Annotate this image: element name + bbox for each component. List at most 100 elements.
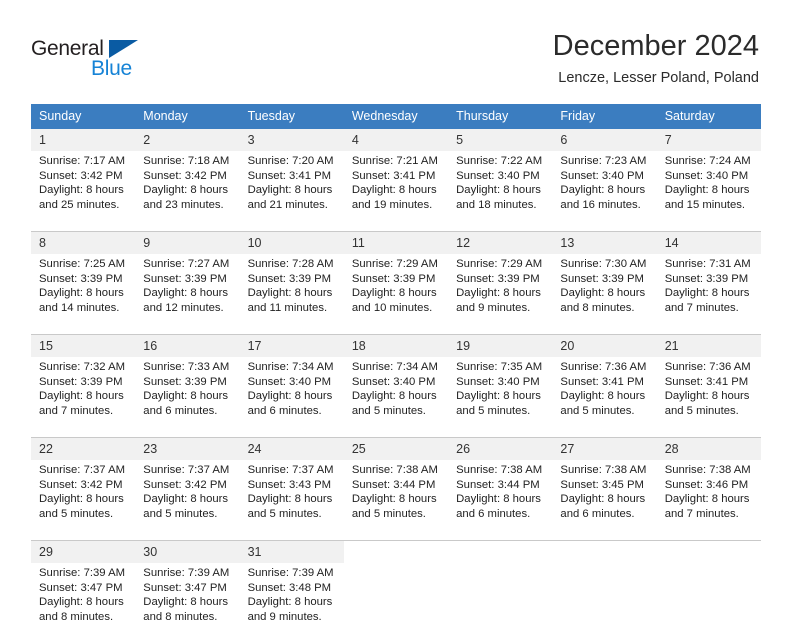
sunrise-text: Sunrise: 7:34 AM	[247, 361, 334, 373]
general-blue-logo[interactable]: General Blue	[31, 37, 161, 83]
daylight-text-line1: Daylight: 8 hours	[143, 287, 229, 300]
sunrise-text: Sunrise: 7:18 AM	[143, 155, 230, 167]
day-number[interactable]: 29	[31, 540, 136, 563]
day-number[interactable]: 30	[135, 540, 240, 563]
day-number[interactable]: 17	[239, 334, 344, 357]
sunset-text: Sunset: 3:42 PM	[39, 169, 123, 182]
day-number[interactable]: 4	[343, 129, 449, 151]
weekday-header-thursday: Thursday	[448, 104, 553, 129]
daylight-text-line1: Daylight: 8 hours	[351, 287, 437, 300]
daylight-text-line1: Daylight: 8 hours	[39, 493, 124, 506]
sunset-text: Sunset: 3:40 PM	[351, 375, 436, 388]
day-number[interactable]: 28	[656, 437, 761, 460]
page-title: December 2024	[552, 30, 759, 62]
day-number[interactable]: 20	[552, 334, 657, 357]
daylight-text-line2: and 10 minutes.	[351, 301, 433, 314]
day-number[interactable]: 6	[552, 129, 657, 151]
day-number[interactable]: 21	[656, 334, 761, 357]
sunset-text: Sunset: 3:40 PM	[664, 169, 749, 182]
sunrise-text: Sunrise: 7:39 AM	[143, 567, 230, 579]
day-number[interactable]: 18	[343, 334, 449, 357]
sunset-text: Sunset: 3:41 PM	[351, 169, 436, 182]
week-divider-line	[31, 323, 761, 335]
day-number[interactable]: 16	[135, 334, 240, 357]
day-cell: Sunrise: 7:38 AM Sunset: 3:44 PM Dayligh…	[343, 460, 449, 529]
day-cell: Sunrise: 7:27 AM Sunset: 3:39 PM Dayligh…	[135, 254, 240, 323]
day-cell-empty	[343, 563, 449, 632]
daylight-text-line2: and 5 minutes.	[351, 507, 426, 520]
day-number[interactable]: 3	[239, 129, 344, 151]
day-number[interactable]: 19	[448, 334, 553, 357]
weekday-header-monday: Monday	[135, 104, 240, 129]
daylight-text-line1: Daylight: 8 hours	[39, 287, 124, 300]
triangle-icon	[109, 40, 138, 58]
sunset-text: Sunset: 3:40 PM	[247, 375, 332, 388]
day-cell: Sunrise: 7:22 AM Sunset: 3:40 PM Dayligh…	[448, 151, 553, 220]
sunrise-text: Sunrise: 7:29 AM	[456, 258, 543, 270]
day-number[interactable]: 24	[239, 437, 344, 460]
daylight-text-line2: and 8 minutes.	[560, 301, 635, 314]
daylight-text-line2: and 9 minutes.	[456, 301, 531, 314]
sunrise-text: Sunrise: 7:24 AM	[664, 155, 751, 167]
day-number[interactable]: 12	[448, 231, 553, 254]
sunrise-text: Sunrise: 7:17 AM	[39, 155, 126, 167]
sunset-text: Sunset: 3:39 PM	[39, 375, 123, 388]
week-divider-line	[31, 426, 761, 438]
sunset-text: Sunset: 3:41 PM	[247, 169, 332, 182]
week-divider	[31, 632, 761, 643]
calendar-grid: Sunday Monday Tuesday Wednesday Thursday…	[31, 104, 761, 643]
weekday-header-sunday: Sunday	[31, 104, 136, 129]
daylight-text-line2: and 7 minutes.	[39, 404, 114, 417]
daylight-text-line2: and 15 minutes.	[664, 198, 746, 211]
day-cell: Sunrise: 7:17 AM Sunset: 3:42 PM Dayligh…	[31, 151, 136, 220]
daylight-text-line2: and 7 minutes.	[664, 301, 739, 314]
day-number-row: 8 9 10 11 12 13 14	[31, 231, 761, 254]
sunrise-text: Sunrise: 7:22 AM	[456, 155, 543, 167]
day-number[interactable]: 13	[552, 231, 657, 254]
day-number[interactable]: 5	[448, 129, 553, 151]
sunset-text: Sunset: 3:44 PM	[351, 478, 436, 491]
day-number[interactable]: 26	[448, 437, 553, 460]
day-number[interactable]: 15	[31, 334, 136, 357]
day-cell: Sunrise: 7:32 AM Sunset: 3:39 PM Dayligh…	[31, 357, 136, 426]
day-cell: Sunrise: 7:29 AM Sunset: 3:39 PM Dayligh…	[448, 254, 553, 323]
day-number[interactable]: 9	[135, 231, 240, 254]
day-info-row: Sunrise: 7:25 AM Sunset: 3:39 PM Dayligh…	[31, 254, 761, 323]
sunset-text: Sunset: 3:40 PM	[456, 169, 540, 182]
sunset-text: Sunset: 3:40 PM	[456, 375, 540, 388]
daylight-text-line1: Daylight: 8 hours	[456, 390, 541, 403]
day-cell: Sunrise: 7:23 AM Sunset: 3:40 PM Dayligh…	[552, 151, 657, 220]
day-number[interactable]: 7	[656, 129, 761, 151]
day-number[interactable]: 8	[31, 231, 136, 254]
daylight-text-line1: Daylight: 8 hours	[664, 493, 750, 506]
day-number[interactable]: 23	[135, 437, 240, 460]
weekday-header-friday: Friday	[552, 104, 657, 129]
daylight-text-line1: Daylight: 8 hours	[456, 493, 541, 506]
day-cell: Sunrise: 7:33 AM Sunset: 3:39 PM Dayligh…	[135, 357, 240, 426]
page-header: General Blue December 2024 Lencze, Lesse…	[0, 0, 792, 100]
day-number[interactable]: 14	[656, 231, 761, 254]
day-number[interactable]: 10	[239, 231, 344, 254]
daylight-text-line2: and 14 minutes.	[39, 301, 120, 314]
day-number[interactable]: 11	[343, 231, 449, 254]
day-number-row: 22 23 24 25 26 27 28	[31, 437, 761, 460]
sunrise-text: Sunrise: 7:34 AM	[351, 361, 438, 373]
day-number[interactable]: 31	[239, 540, 344, 563]
sunset-text: Sunset: 3:47 PM	[39, 581, 123, 594]
sunset-text: Sunset: 3:48 PM	[247, 581, 332, 594]
daylight-text-line1: Daylight: 8 hours	[247, 390, 333, 403]
daylight-text-line2: and 5 minutes.	[39, 507, 114, 520]
day-number[interactable]: 2	[135, 129, 240, 151]
day-cell: Sunrise: 7:20 AM Sunset: 3:41 PM Dayligh…	[239, 151, 344, 220]
day-number-empty	[656, 540, 761, 563]
day-number[interactable]: 1	[31, 129, 136, 151]
day-number[interactable]: 25	[343, 437, 449, 460]
weekday-header-row: Sunday Monday Tuesday Wednesday Thursday…	[31, 104, 761, 129]
day-cell: Sunrise: 7:36 AM Sunset: 3:41 PM Dayligh…	[656, 357, 761, 426]
sunset-text: Sunset: 3:39 PM	[39, 272, 123, 285]
sunrise-text: Sunrise: 7:38 AM	[456, 464, 543, 476]
day-number[interactable]: 22	[31, 437, 136, 460]
daylight-text-line1: Daylight: 8 hours	[247, 596, 333, 609]
daylight-text-line1: Daylight: 8 hours	[39, 596, 124, 609]
day-number[interactable]: 27	[552, 437, 657, 460]
